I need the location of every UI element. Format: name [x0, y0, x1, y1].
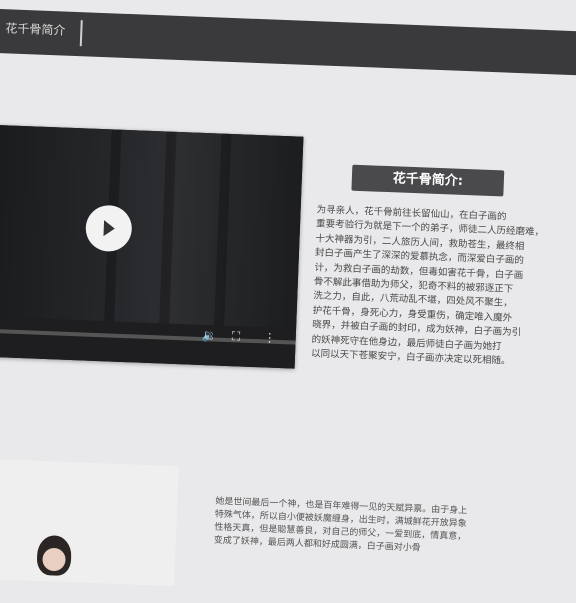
video-player[interactable]: 🔉 ⛶ ⋮ [0, 124, 304, 369]
curtain-fold [214, 133, 232, 326]
intro-text: 为寻亲人，花千骨前往长留仙山，在白子画的 重要考验行为就是下一个的弟子，师徒二人… [310, 204, 545, 367]
fullscreen-icon[interactable]: ⛶ [231, 329, 240, 343]
more-icon[interactable]: ⋮ [263, 330, 276, 344]
play-icon [103, 220, 116, 237]
character-card [0, 458, 179, 587]
volume-icon[interactable]: 🔉 [201, 328, 216, 343]
video-frame[interactable] [0, 124, 304, 329]
page: 花千骨简介 🔉 ⛶ ⋮ 花千骨简介: 为寻亲人，花千骨前往长留仙山，在白子画的 … [0, 0, 576, 589]
curtain-fold [159, 131, 177, 324]
nav-title[interactable]: 花千骨简介 [5, 19, 66, 38]
avatar[interactable] [36, 534, 72, 577]
intro-heading: 花千骨简介: [351, 164, 505, 197]
nav-divider [79, 20, 83, 47]
play-button[interactable] [84, 204, 133, 253]
top-navbar: 花千骨简介 [0, 8, 576, 78]
progress-bar[interactable] [0, 328, 296, 345]
character-description: 她是世间最后一个神，也是百年难得一见的天赋异禀。由于身上 特殊气体，所以自小便被… [213, 496, 468, 554]
